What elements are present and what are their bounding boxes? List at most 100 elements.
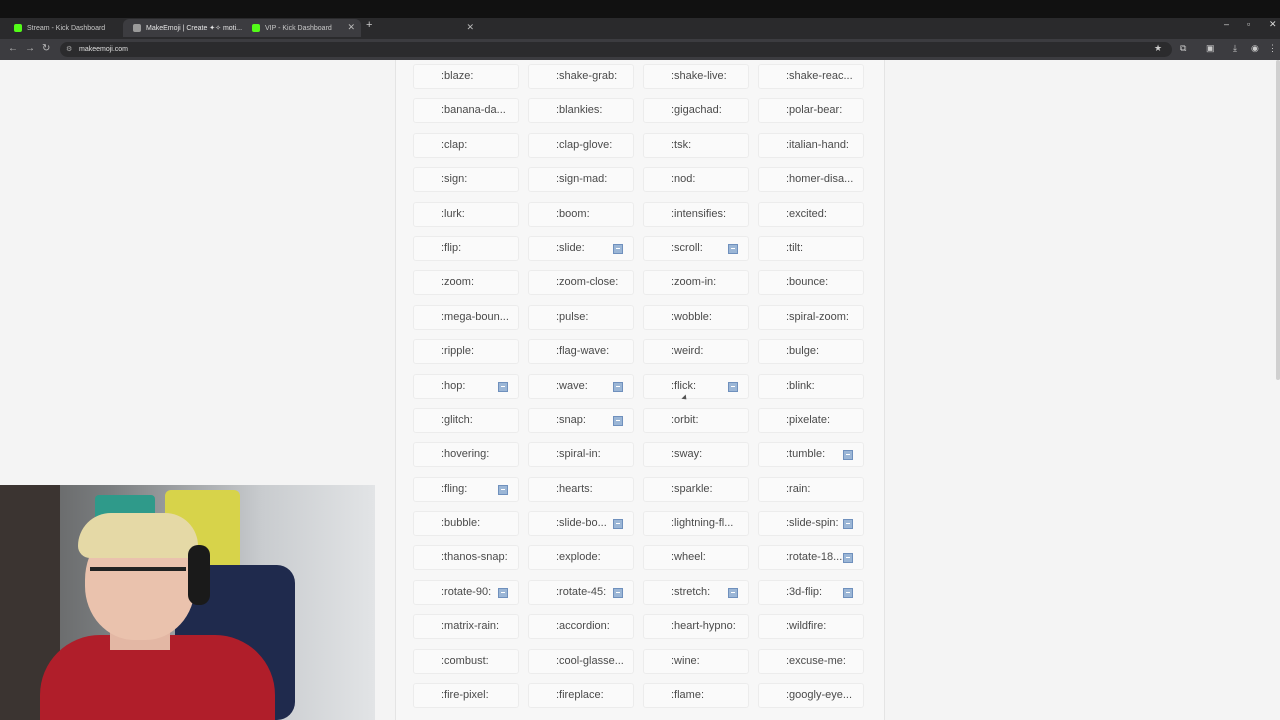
emote-button[interactable]: :spiral-zoom: (758, 304, 864, 330)
emote-button[interactable]: :flip: (413, 235, 519, 261)
address-bar[interactable]: ⚙ makeemoji.com (60, 42, 1172, 57)
emote-button[interactable]: :sparkle: (643, 476, 749, 502)
emote-button[interactable]: :intensifies: (643, 201, 749, 227)
emote-button[interactable]: :excuse-me: (758, 648, 864, 674)
emote-button[interactable]: :flick: (643, 373, 749, 399)
emote-button[interactable]: :zoom-close: (528, 270, 634, 296)
emote-label: :blink: (786, 379, 815, 392)
maximize-icon[interactable]: ▫ (1247, 19, 1250, 29)
emote-button[interactable]: :tumble: (758, 442, 864, 468)
page-scrollbar[interactable] (1276, 60, 1280, 380)
emote-button[interactable]: :slide-spin: (758, 511, 864, 537)
emote-button[interactable]: :clap: (413, 132, 519, 158)
emote-button[interactable]: :glitch: (413, 407, 519, 433)
emote-button[interactable]: :zoom-in: (643, 270, 749, 296)
emote-button[interactable]: :3d-flip: (758, 579, 864, 605)
emote-button[interactable]: :polar-bear: (758, 98, 864, 124)
emote-button[interactable]: :sign-mad: (528, 167, 634, 193)
emote-button[interactable]: :wine: (643, 648, 749, 674)
reload-icon[interactable]: ↻ (42, 43, 50, 54)
emote-button[interactable]: :rain: (758, 476, 864, 502)
new-tab-icon[interactable]: + (366, 19, 372, 31)
tab-kick-vip[interactable]: VIP - Kick Dashboard ✕ (242, 19, 480, 37)
profile-avatar-icon[interactable]: ◉ (1251, 43, 1259, 54)
emote-button[interactable]: :wildfire: (758, 614, 864, 640)
emote-button[interactable]: :clap-glove: (528, 132, 634, 158)
emote-button[interactable]: :shake-reac... (758, 64, 864, 89)
forward-icon[interactable]: → (25, 43, 35, 54)
emote-button[interactable]: :lurk: (413, 201, 519, 227)
emote-button[interactable]: :bounce: (758, 270, 864, 296)
emote-button[interactable]: :hop: (413, 373, 519, 399)
emote-button[interactable]: :wobble: (643, 304, 749, 330)
emote-button[interactable]: :slide-bo... (528, 511, 634, 537)
emote-button[interactable]: :spiral-in: (528, 442, 634, 468)
emote-button[interactable]: :hearts: (528, 476, 634, 502)
emote-button[interactable]: :wave: (528, 373, 634, 399)
minimize-icon[interactable]: – (1224, 19, 1229, 29)
emote-label: :scroll: (671, 241, 703, 254)
emote-button[interactable]: :mega-boun... (413, 304, 519, 330)
emote-button[interactable]: :boom: (528, 201, 634, 227)
emote-button[interactable]: :tilt: (758, 235, 864, 261)
emote-button[interactable]: :snap: (528, 407, 634, 433)
emote-button[interactable]: :rotate-90: (413, 579, 519, 605)
close-window-icon[interactable]: ✕ (1269, 19, 1277, 30)
emote-button[interactable]: :thanos-snap: (413, 545, 519, 571)
side-panel-icon[interactable]: ▣ (1206, 43, 1215, 54)
emote-button[interactable]: :slide: (528, 235, 634, 261)
emote-button[interactable]: :orbit: (643, 407, 749, 433)
emote-button[interactable]: :fireplace: (528, 683, 634, 709)
emote-button[interactable]: :hovering: (413, 442, 519, 468)
emote-button[interactable]: :shake-grab: (528, 64, 634, 89)
bookmark-star-icon[interactable]: ★ (1154, 43, 1162, 54)
menu-icon[interactable]: ⋮ (1268, 43, 1277, 54)
emote-button[interactable]: :gigachad: (643, 98, 749, 124)
emote-button[interactable]: :bubble: (413, 511, 519, 537)
emote-button[interactable]: :rotate-18... (758, 545, 864, 571)
close-tab-icon[interactable]: ✕ (466, 22, 474, 33)
emote-button[interactable]: :fling: (413, 476, 519, 502)
emote-button[interactable]: :blink: (758, 373, 864, 399)
emote-label: :wine: (671, 654, 700, 667)
emote-button[interactable]: :flag-wave: (528, 339, 634, 365)
download-icon[interactable]: ⤓ (1233, 43, 1237, 54)
emote-button[interactable]: :stretch: (643, 579, 749, 605)
emote-button[interactable]: :weird: (643, 339, 749, 365)
emote-button[interactable]: :scroll: (643, 235, 749, 261)
emote-button[interactable]: :excited: (758, 201, 864, 227)
emote-button[interactable]: :rotate-45: (528, 579, 634, 605)
emote-button[interactable]: :cool-glasse... (528, 648, 634, 674)
emote-button[interactable]: :homer-disa... (758, 167, 864, 193)
site-info-icon[interactable]: ⚙ (66, 42, 72, 57)
emote-button[interactable]: :sign: (413, 167, 519, 193)
emote-button[interactable]: :flame: (643, 683, 749, 709)
emote-button[interactable]: :matrix-rain: (413, 614, 519, 640)
emote-button[interactable]: :pulse: (528, 304, 634, 330)
emote-button[interactable]: :lightning-fl... (643, 511, 749, 537)
emote-button[interactable]: :combust: (413, 648, 519, 674)
emote-button[interactable]: :blankies: (528, 98, 634, 124)
extensions-icon[interactable]: ⧉ (1180, 43, 1186, 54)
emote-button[interactable]: :pixelate: (758, 407, 864, 433)
emote-button[interactable]: :blaze: (413, 64, 519, 89)
emote-button[interactable]: :italian-hand: (758, 132, 864, 158)
emote-button[interactable]: :nod: (643, 167, 749, 193)
emote-button[interactable]: :banana-da... (413, 98, 519, 124)
emote-button[interactable]: :fire-pixel: (413, 683, 519, 709)
emote-button[interactable]: :bulge: (758, 339, 864, 365)
emote-label: :shake-grab: (556, 70, 618, 82)
back-icon[interactable]: ← (8, 43, 18, 54)
emote-button[interactable]: :tsk: (643, 132, 749, 158)
emote-button[interactable]: :googly-eye... (758, 683, 864, 709)
emote-button[interactable]: :heart-hypno: (643, 614, 749, 640)
emote-button[interactable]: :shake-live: (643, 64, 749, 89)
emote-button[interactable]: :accordion: (528, 614, 634, 640)
emote-button[interactable]: :wheel: (643, 545, 749, 571)
emote-button[interactable]: :sway: (643, 442, 749, 468)
emote-button[interactable]: :explode: (528, 545, 634, 571)
emote-label: :lurk: (441, 207, 465, 220)
emote-button[interactable]: :ripple: (413, 339, 519, 365)
emote-button[interactable]: :zoom: (413, 270, 519, 296)
emote-label: :matrix-rain: (441, 620, 500, 633)
